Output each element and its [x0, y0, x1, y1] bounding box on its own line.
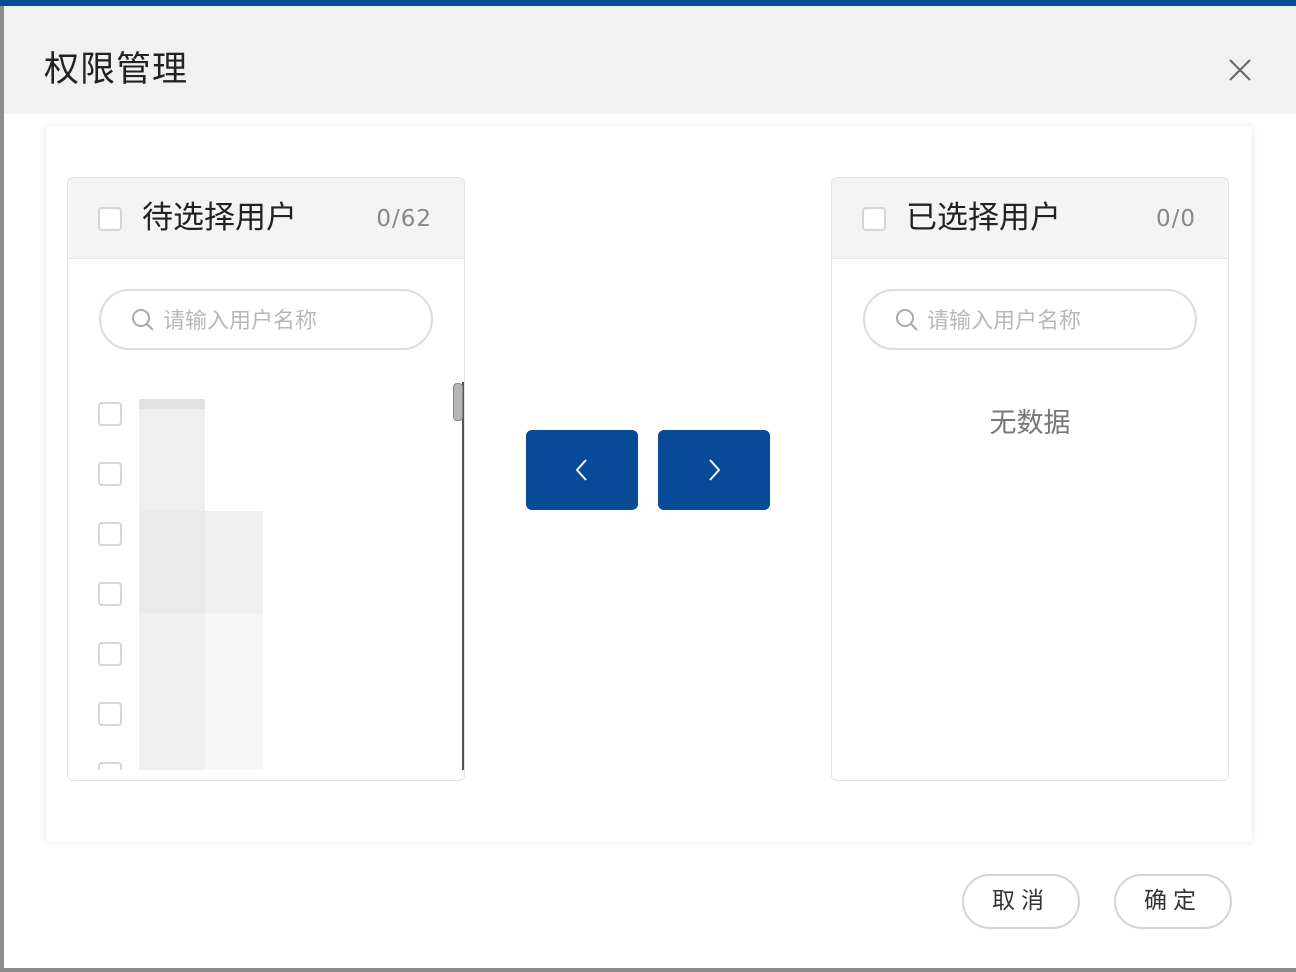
target-list-header: 已选择用户 0/0 — [832, 178, 1228, 259]
redacted-name-block — [139, 511, 205, 613]
confirm-button[interactable]: 确定 — [1114, 874, 1232, 929]
list-item-checkbox[interactable] — [98, 702, 122, 726]
cancel-button[interactable]: 取消 — [962, 874, 1080, 929]
target-list-title: 已选择用户 — [906, 200, 1061, 236]
list-scrollbar-thumb[interactable] — [453, 383, 463, 421]
source-search-box — [99, 289, 433, 350]
move-to-left-button[interactable] — [526, 430, 638, 510]
target-select-all-checkbox[interactable] — [862, 207, 886, 231]
source-list-title: 待选择用户 — [142, 200, 297, 236]
target-user-list: 已选择用户 0/0 无数据 — [831, 177, 1229, 781]
redacted-name-block — [139, 409, 205, 511]
window-frame-left — [0, 6, 4, 972]
list-item-checkbox[interactable] — [98, 642, 122, 666]
list-scrollbar-track[interactable] — [462, 382, 464, 770]
redacted-name-block — [205, 511, 263, 613]
list-item-checkbox[interactable] — [98, 582, 122, 606]
close-button[interactable] — [1222, 52, 1258, 88]
source-list-count: 0/62 — [376, 206, 432, 232]
close-icon — [1229, 59, 1251, 81]
source-select-all-checkbox[interactable] — [98, 207, 122, 231]
dialog-header: 权限管理 — [4, 6, 1296, 114]
source-list-items — [68, 378, 464, 770]
list-item[interactable] — [68, 682, 458, 742]
empty-state-text: 无数据 — [989, 408, 1071, 439]
dialog-title: 权限管理 — [44, 50, 189, 90]
list-item[interactable] — [68, 742, 458, 770]
target-search-box — [863, 289, 1197, 350]
list-item[interactable] — [68, 502, 458, 562]
list-item[interactable] — [68, 442, 458, 502]
move-to-right-button[interactable] — [658, 430, 770, 510]
target-search-input[interactable] — [925, 301, 1179, 341]
target-list-count: 0/0 — [1155, 206, 1196, 232]
list-item-checkbox[interactable] — [98, 762, 122, 770]
redacted-name-block — [205, 613, 263, 770]
search-icon — [132, 309, 154, 331]
source-search-input[interactable] — [161, 301, 415, 341]
search-icon — [896, 309, 918, 331]
redacted-name-block — [139, 613, 205, 770]
chevron-right-icon — [709, 459, 721, 481]
list-item-checkbox[interactable] — [98, 402, 122, 426]
chevron-left-icon — [575, 459, 587, 481]
list-item-checkbox[interactable] — [98, 462, 122, 486]
redacted-name-block — [139, 399, 205, 409]
list-item[interactable] — [68, 562, 458, 622]
list-item[interactable] — [68, 382, 458, 442]
source-user-list: 待选择用户 0/62 — [67, 177, 465, 781]
list-item[interactable] — [68, 622, 458, 682]
list-item-checkbox[interactable] — [98, 522, 122, 546]
window-frame-bottom — [0, 968, 1296, 972]
source-list-header: 待选择用户 0/62 — [68, 178, 464, 259]
